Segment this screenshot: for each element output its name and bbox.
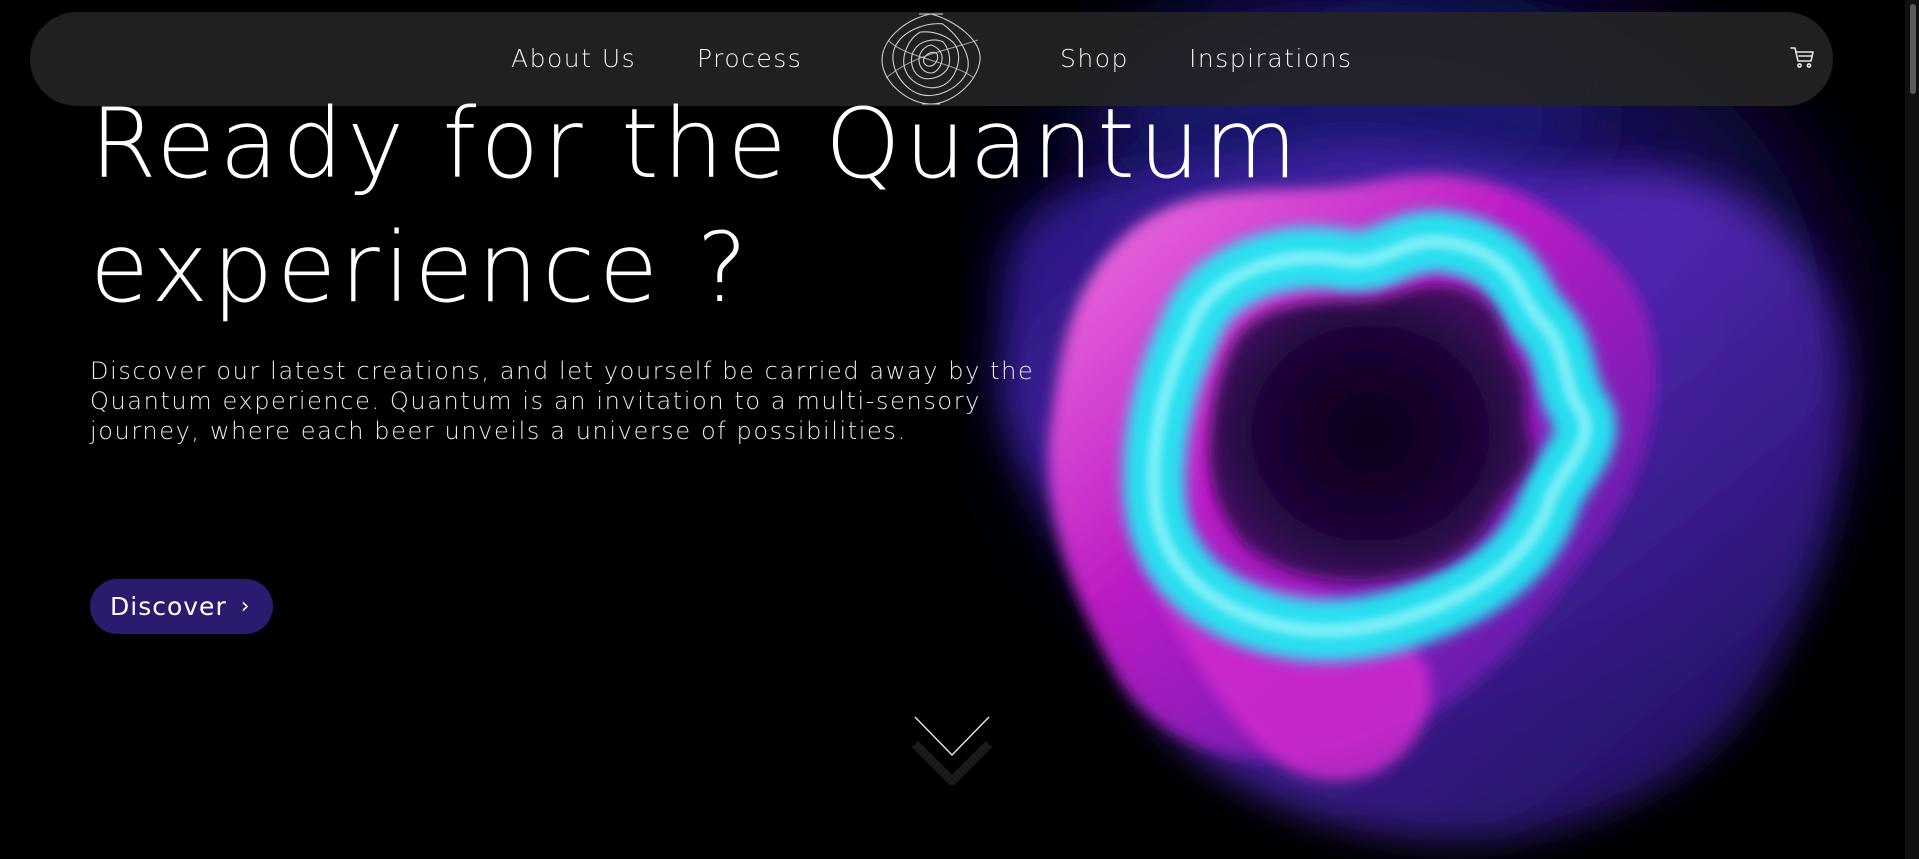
cart-icon[interactable] [1789, 44, 1815, 70]
hero-title-line-1: Ready for the Quantum [90, 88, 1302, 200]
nav-link-about-us[interactable]: About Us [511, 44, 636, 74]
page-scrollbar[interactable] [1905, 0, 1919, 859]
chevron-right-icon: › [240, 593, 251, 619]
discover-button-label: Discover [110, 592, 227, 621]
chevron-down-icon[interactable] [911, 715, 993, 788]
nav-link-shop[interactable]: Shop [1060, 44, 1129, 74]
discover-button[interactable]: Discover › [90, 579, 273, 634]
nav-link-process[interactable]: Process [697, 44, 802, 74]
nav-link-inspirations[interactable]: Inspirations [1189, 44, 1353, 74]
scrollbar-thumb[interactable] [1910, 4, 1916, 94]
hero-title: Ready for the Quantum experience ? [90, 82, 1301, 330]
page: About Us Process Shop Inspirations Ready… [0, 0, 1919, 859]
hero-description: Discover our latest creations, and let y… [90, 357, 1035, 445]
hero-title-line-2: experience ? [90, 212, 752, 324]
